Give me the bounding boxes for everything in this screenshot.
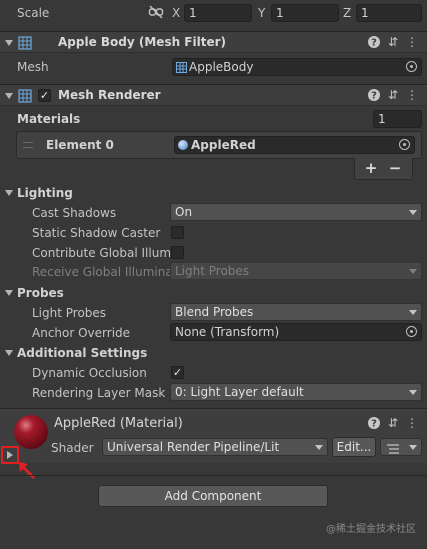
cast-shadows-dropdown[interactable]: On [170, 203, 422, 221]
menu-icon[interactable]: ⋮ [405, 88, 419, 102]
additional-settings-label[interactable]: Additional Settings [17, 345, 147, 361]
chevron-down-icon [409, 390, 417, 395]
list-icon [387, 442, 401, 454]
shader-dropdown[interactable]: Universal Render Pipeline/Lit [102, 438, 328, 456]
checkmark-icon: ✓ [39, 89, 50, 102]
rendering-layer-mask-dropdown[interactable]: 0: Light Layer default [170, 383, 422, 401]
help-icon[interactable]: ? [367, 35, 381, 49]
mesh-icon [176, 61, 187, 73]
object-picker-icon[interactable] [406, 326, 417, 337]
material-object-field[interactable]: AppleRed [174, 136, 415, 154]
static-shadow-caster-checkbox[interactable] [171, 226, 184, 239]
anchor-override-field[interactable]: None (Transform) [170, 323, 422, 341]
cast-shadows-label: Cast Shadows [32, 206, 117, 220]
red-pointer-arrow [16, 459, 38, 481]
light-probes-value: Blend Probes [175, 305, 254, 319]
contribute-gi-checkbox[interactable] [171, 246, 184, 259]
component-enabled-checkbox[interactable]: ✓ [38, 89, 51, 102]
list-footer: + − [354, 158, 413, 180]
materials-size-field[interactable]: 1 [373, 110, 422, 128]
shader-label: Shader [51, 441, 94, 455]
remove-element-button[interactable]: − [387, 159, 403, 177]
help-icon[interactable]: ? [367, 88, 381, 102]
probes-label[interactable]: Probes [17, 285, 64, 301]
mesh-filter-title: Apple Body (Mesh Filter) [58, 35, 227, 49]
anchor-override-value: None (Transform) [175, 325, 280, 339]
chevron-down-icon [409, 310, 417, 315]
link-icon[interactable] [148, 5, 164, 19]
foldout-arrow-icon[interactable] [5, 350, 13, 356]
static-shadow-caster-label: Static Shadow Caster [32, 226, 161, 240]
rendering-layer-mask-label: Rendering Layer Mask [32, 386, 166, 400]
object-picker-icon[interactable] [406, 61, 417, 72]
mesh-value: AppleBody [189, 60, 254, 74]
chevron-down-icon [409, 269, 417, 274]
scale-z-field[interactable]: 1 [356, 4, 422, 22]
shader-value: Universal Render Pipeline/Lit [107, 440, 280, 454]
scale-x-field[interactable]: 1 [184, 4, 252, 22]
lighting-label[interactable]: Lighting [17, 185, 73, 201]
foldout-arrow-icon[interactable] [7, 451, 13, 459]
z-axis-label: Z [343, 6, 352, 20]
chevron-down-icon [409, 445, 417, 450]
mesh-renderer-icon [18, 89, 32, 103]
divider [0, 475, 427, 476]
y-axis-label: Y [258, 6, 266, 20]
receive-gi-dropdown: Light Probes [170, 262, 422, 280]
edit-shader-button[interactable]: Edit... [332, 437, 376, 457]
scale-label: Scale [17, 6, 50, 20]
material-value: AppleRed [191, 138, 256, 152]
light-probes-dropdown[interactable]: Blend Probes [170, 303, 422, 321]
cast-shadows-value: On [175, 205, 193, 219]
mesh-filter-header[interactable]: Apple Body (Mesh Filter) ? ⇵ ⋮ [0, 31, 427, 53]
anchor-override-label: Anchor Override [32, 326, 131, 340]
add-component-button[interactable]: Add Component [98, 485, 328, 507]
chevron-down-icon [315, 445, 323, 450]
material-title: AppleRed (Material) [54, 416, 183, 431]
preset-icon[interactable]: ⇵ [386, 35, 400, 49]
add-element-button[interactable]: + [363, 159, 379, 177]
light-probes-label: Light Probes [32, 306, 107, 320]
dynamic-occlusion-checkbox[interactable]: ✓ [171, 366, 184, 379]
mesh-object-field[interactable]: AppleBody [172, 58, 422, 76]
preset-icon[interactable]: ⇵ [386, 416, 400, 430]
svg-text:?: ? [371, 38, 377, 49]
mesh-icon [18, 36, 32, 50]
scale-y-field[interactable]: 1 [271, 4, 339, 22]
svg-text:?: ? [371, 419, 377, 430]
materials-label[interactable]: Materials [17, 111, 80, 127]
receive-gi-value: Light Probes [175, 264, 250, 278]
foldout-arrow-icon[interactable] [5, 93, 13, 99]
foldout-arrow-icon[interactable] [5, 290, 13, 296]
element-0-label: Element 0 [46, 138, 114, 152]
checkmark-icon: ✓ [172, 366, 183, 379]
receive-gi-label: Receive Global Illuminati [32, 265, 170, 279]
mesh-label: Mesh [17, 60, 49, 74]
preset-icon[interactable]: ⇵ [386, 88, 400, 102]
object-picker-icon[interactable] [399, 139, 410, 150]
chevron-down-icon [409, 210, 417, 215]
shader-options-dropdown[interactable] [380, 438, 422, 456]
foldout-arrow-icon[interactable] [5, 40, 13, 46]
material-preview[interactable] [14, 415, 48, 449]
watermark: @稀土掘金技术社区 [326, 524, 416, 535]
material-icon [178, 140, 188, 150]
x-axis-label: X [172, 6, 181, 20]
contribute-gi-label: Contribute Global Illumin [32, 246, 170, 260]
help-icon[interactable]: ? [367, 416, 381, 430]
mesh-renderer-header[interactable]: ✓ Mesh Renderer ? ⇵ ⋮ [0, 84, 427, 106]
menu-icon[interactable]: ⋮ [405, 35, 419, 49]
dynamic-occlusion-label: Dynamic Occlusion [32, 366, 147, 380]
materials-list: Element 0 AppleRed [16, 131, 422, 159]
menu-icon[interactable]: ⋮ [405, 416, 419, 430]
mesh-renderer-title: Mesh Renderer [58, 88, 161, 102]
svg-text:?: ? [371, 91, 377, 102]
foldout-arrow-icon[interactable] [5, 190, 13, 196]
drag-handle-icon[interactable] [23, 142, 33, 148]
rendering-layer-mask-value: 0: Light Layer default [175, 385, 304, 399]
